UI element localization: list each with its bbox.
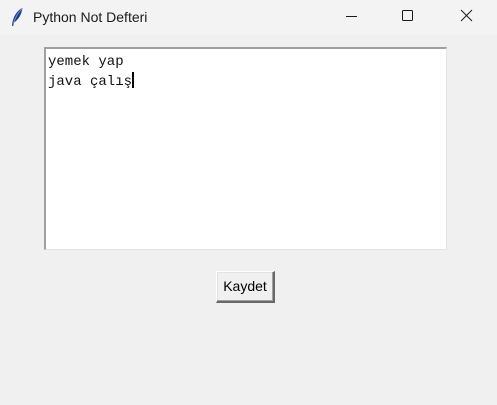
minimize-icon [346, 16, 357, 17]
maximize-button[interactable] [384, 0, 430, 34]
text-cursor [132, 72, 135, 88]
minimize-button[interactable] [328, 0, 374, 34]
close-button[interactable] [443, 0, 489, 34]
note-text-area[interactable]: yemek yap java çalış [44, 47, 447, 250]
text-line-with-caret: java çalış [48, 72, 444, 91]
text-line: yemek yap [48, 54, 124, 70]
window-title: Python Not Defteri [33, 9, 148, 25]
app-window: Python Not Defteri yemek yap java çalış … [0, 0, 497, 405]
close-icon [460, 9, 473, 22]
text-line: java çalış [48, 74, 133, 90]
save-button[interactable]: Kaydet [216, 271, 275, 303]
title-bar[interactable]: Python Not Defteri [0, 0, 497, 34]
feather-icon [9, 7, 25, 27]
maximize-icon [402, 10, 413, 21]
